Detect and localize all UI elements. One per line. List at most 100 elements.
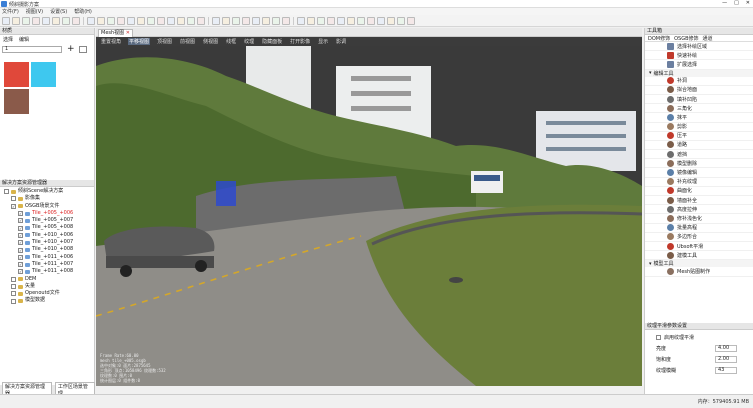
tool-item[interactable]: 压平: [645, 132, 753, 141]
tree-item[interactable]: ✓ Tile_+010_+007: [0, 239, 94, 246]
tree-checkbox[interactable]: [11, 284, 16, 289]
tool-item[interactable]: 剪影: [645, 123, 753, 132]
stats-icon[interactable]: [387, 16, 395, 25]
tool-item[interactable]: 三角化: [645, 104, 753, 114]
tree-checkbox[interactable]: [11, 276, 16, 282]
tree-item[interactable]: ✓ Tile_+011_+006: [0, 254, 94, 261]
camera-icon[interactable]: [327, 16, 335, 25]
tab-dom[interactable]: DOM修饰: [648, 35, 670, 42]
tree-checkbox[interactable]: ✓: [18, 269, 23, 275]
tool-item[interactable]: Ubsoft平滑: [645, 242, 753, 252]
view-icon[interactable]: [347, 16, 355, 25]
view-subtab[interactable]: 隐藏面板: [261, 38, 283, 45]
render-icon[interactable]: [337, 16, 345, 25]
tree-checkbox[interactable]: [4, 189, 9, 195]
terrain-icon[interactable]: [252, 16, 260, 25]
view-subtab[interactable]: 重置视角: [100, 38, 122, 45]
view-subtab[interactable]: 顶视图: [156, 38, 173, 45]
redo-icon[interactable]: [42, 16, 50, 25]
tool-item[interactable]: 批量高程: [645, 224, 753, 233]
tree-item[interactable]: ✓ Tile_+010_+008: [0, 246, 94, 253]
tool-item[interactable]: 遮挡: [645, 150, 753, 160]
cut-icon[interactable]: [177, 16, 185, 25]
view-subtab[interactable]: 前视图: [179, 38, 196, 45]
plugin-icon[interactable]: [377, 16, 385, 25]
tree-checkbox[interactable]: ✓: [18, 218, 23, 224]
tool-item[interactable]: 填补凹陷: [645, 95, 753, 105]
layer-icon[interactable]: [72, 16, 80, 25]
menu-settings[interactable]: 设置(S): [50, 8, 67, 15]
tool-item[interactable]: 补充纹理: [645, 178, 753, 187]
brush-icon[interactable]: [127, 16, 135, 25]
view-subtab[interactable]: 打开影像: [289, 38, 311, 45]
view-subtab[interactable]: 影调: [335, 38, 347, 45]
scale-icon[interactable]: [117, 16, 125, 25]
paste-icon[interactable]: [197, 16, 205, 25]
param-value-input[interactable]: 43: [715, 367, 737, 374]
tool-item[interactable]: 补洞: [645, 77, 753, 86]
view-subtab[interactable]: 侧视图: [202, 38, 219, 45]
close-icon[interactable]: ✕: [746, 0, 750, 6]
picker-icon[interactable]: [157, 16, 165, 25]
tree-checkbox[interactable]: ✓: [18, 240, 23, 246]
export-icon[interactable]: [62, 16, 70, 25]
tile-icon[interactable]: [262, 16, 270, 25]
toolbox-top-item[interactable]: 选择补绘区域: [645, 42, 753, 52]
tree-item[interactable]: ✓ Tile_+010_+006: [0, 232, 94, 239]
tree-item[interactable]: ✓ Tile_+005_+008: [0, 224, 94, 231]
tree-checkbox[interactable]: ✓: [18, 247, 23, 253]
tree-item[interactable]: 倾斜Scene解决方案: [0, 188, 94, 195]
import-icon[interactable]: [79, 46, 87, 53]
open-icon[interactable]: [12, 16, 20, 25]
tool-item[interactable]: 拟合地面: [645, 86, 753, 95]
material-select[interactable]: 1: [2, 46, 62, 53]
tree-checkbox[interactable]: ✓: [18, 225, 23, 231]
param-value-input[interactable]: 2.00: [715, 356, 737, 363]
tree-checkbox[interactable]: [11, 298, 16, 304]
tab-osgb[interactable]: OSGB修饰: [674, 35, 698, 42]
merge-icon[interactable]: [272, 16, 280, 25]
tree-item[interactable]: Openoutd文件: [0, 290, 94, 297]
tree-item[interactable]: ✓ Tile_+011_+008: [0, 268, 94, 275]
save-icon[interactable]: [22, 16, 30, 25]
swatch-cyan[interactable]: [31, 62, 56, 87]
tree-item[interactable]: ✓ Tile_+005_+006: [0, 210, 94, 217]
tool-item[interactable]: 墙面补全: [645, 196, 753, 206]
layout-icon[interactable]: [397, 16, 405, 25]
tool-item[interactable]: 曲面化: [645, 187, 753, 196]
tree-checkbox[interactable]: [11, 196, 16, 202]
tree-item[interactable]: 影像集: [0, 195, 94, 202]
house-icon[interactable]: [242, 16, 250, 25]
settings-icon[interactable]: [357, 16, 365, 25]
texture-icon[interactable]: [307, 16, 315, 25]
minimize-icon[interactable]: —: [722, 0, 727, 6]
menu-help[interactable]: 帮助(H): [74, 8, 92, 15]
toolbox-top-item[interactable]: 快速补绘: [645, 51, 753, 61]
tree-item[interactable]: DEM: [0, 276, 94, 283]
tab-edit[interactable]: 编辑: [19, 36, 29, 43]
3d-viewport[interactable]: Frame Rate:60.00 mesh tile_+005.osgb 选中对象:…: [96, 46, 642, 386]
view-subtab[interactable]: 线框: [225, 38, 237, 45]
view-subtab[interactable]: 纹理: [243, 38, 255, 45]
tool-item[interactable]: 高度拉伸: [645, 205, 753, 215]
tool-item[interactable]: 建模工具: [645, 251, 753, 261]
param-value-input[interactable]: 4.00: [715, 345, 737, 352]
view-subtab[interactable]: 平移视图: [128, 38, 151, 45]
tool-item[interactable]: 多边形合: [645, 233, 753, 242]
new-icon[interactable]: [2, 16, 10, 25]
tool-item[interactable]: 抹平: [645, 113, 753, 123]
group-model-tools[interactable]: ▾ 模型工具: [645, 260, 753, 268]
tree-checkbox[interactable]: ✓: [18, 254, 23, 260]
move-icon[interactable]: [97, 16, 105, 25]
rotate-icon[interactable]: [107, 16, 115, 25]
tree-checkbox[interactable]: ✓: [18, 232, 23, 238]
swatch-red[interactable]: [4, 62, 29, 87]
undo-icon[interactable]: [32, 16, 40, 25]
group-edit-tools[interactable]: ▾ 编辑工具: [645, 69, 753, 77]
tool-mesh-texture[interactable]: Mesh贴图制作: [645, 267, 753, 277]
import-icon[interactable]: [52, 16, 60, 25]
tool-item[interactable]: 镜像编辑: [645, 168, 753, 178]
menu-view[interactable]: 视图(V): [26, 8, 43, 15]
fill-icon[interactable]: [147, 16, 155, 25]
menu-file[interactable]: 文件(F): [2, 8, 19, 15]
